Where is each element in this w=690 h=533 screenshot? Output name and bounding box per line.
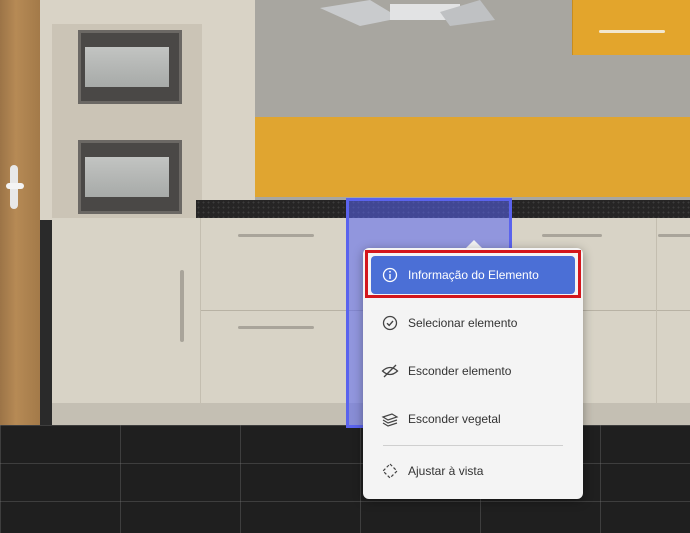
ceiling-fan xyxy=(320,0,495,26)
menu-item-label: Esconder vegetal xyxy=(408,412,501,426)
oven-upper[interactable] xyxy=(78,30,182,104)
context-menu: Informação do Elemento Selecionar elemen… xyxy=(363,248,583,499)
floor-tiles xyxy=(0,425,690,533)
upper-cabinet[interactable] xyxy=(572,0,690,55)
kitchen-3d-viewport[interactable] xyxy=(0,0,690,533)
menu-item-label: Esconder elemento xyxy=(408,364,512,378)
menu-item-select-element[interactable]: Selecionar elemento xyxy=(371,304,575,342)
menu-item-label: Informação do Elemento xyxy=(408,268,539,282)
layers-icon xyxy=(381,410,399,428)
menu-item-hide-element[interactable]: Esconder elemento xyxy=(371,352,575,390)
info-icon xyxy=(381,266,399,284)
oven-lower[interactable] xyxy=(78,140,182,214)
backsplash xyxy=(255,117,690,197)
menu-separator xyxy=(383,445,563,446)
eye-off-icon xyxy=(381,362,399,380)
menu-item-fit-view[interactable]: Ajustar à vista xyxy=(371,452,575,490)
wooden-door[interactable] xyxy=(0,0,40,453)
door-handle-icon xyxy=(6,165,24,209)
menu-item-element-info[interactable]: Informação do Elemento xyxy=(371,256,575,294)
menu-item-label: Ajustar à vista xyxy=(408,464,484,478)
fit-view-icon xyxy=(381,462,399,480)
menu-item-hide-vegetation[interactable]: Esconder vegetal xyxy=(371,400,575,438)
check-circle-icon xyxy=(381,314,399,332)
menu-item-label: Selecionar elemento xyxy=(408,316,518,330)
